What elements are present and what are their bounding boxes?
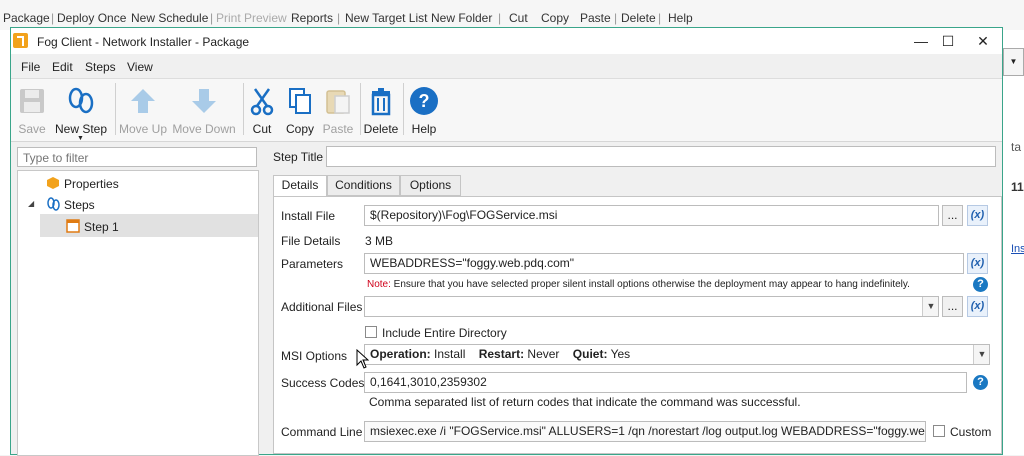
delete-button[interactable]: Delete — [362, 79, 400, 139]
menu-file[interactable]: File — [21, 60, 40, 74]
footsteps-icon — [47, 197, 60, 211]
copy-button[interactable]: Copy — [283, 79, 317, 139]
bg-right-text-1: ta — [1011, 140, 1022, 154]
chevron-down-icon[interactable]: ▼ — [1003, 48, 1024, 76]
include-directory-label: Include Entire Directory — [382, 326, 507, 340]
background-right-strip: ▼ ta 11 Ins — [1003, 30, 1024, 455]
save-button[interactable]: Save — [15, 79, 49, 139]
step-icon — [66, 219, 80, 233]
svg-text:?: ? — [419, 91, 430, 111]
additional-files-variable-button[interactable]: (x) — [967, 296, 988, 317]
package-window: Fog Client - Network Installer - Package… — [10, 27, 1003, 456]
bg-right-text-2: 11 — [1011, 180, 1024, 194]
save-icon — [20, 89, 44, 113]
install-file-label: Install File — [281, 209, 336, 223]
bg-reports[interactable]: Reports — [291, 11, 333, 25]
details-panel: Install File $(Repository)\Fog\FOGServic… — [273, 196, 1002, 454]
bg-new-folder[interactable]: New Folder — [431, 11, 492, 25]
package-icon — [47, 177, 59, 189]
tree-item-steps[interactable]: Steps — [64, 198, 95, 212]
additional-files-label: Additional Files — [281, 300, 363, 314]
additional-files-browse-button[interactable]: ... — [942, 296, 963, 317]
msi-options-dropdown[interactable]: Operation: Install Restart: Never Quiet:… — [364, 344, 990, 365]
success-codes-input[interactable]: 0,1641,3010,2359302 — [364, 372, 967, 393]
title-bar[interactable]: Fog Client - Network Installer - Package… — [11, 28, 1002, 54]
bg-delete[interactable]: Delete — [621, 11, 656, 25]
step-title-label: Step Title — [273, 150, 324, 164]
tree-item-properties[interactable]: Properties — [64, 177, 119, 191]
close-button[interactable]: ✕ — [968, 30, 998, 52]
tab-details[interactable]: Details — [273, 175, 327, 197]
msi-options-label: MSI Options — [281, 349, 348, 363]
bg-new-target-list[interactable]: New Target List — [345, 11, 427, 25]
help-icon: ? — [410, 87, 438, 115]
window-title: Fog Client - Network Installer - Package — [37, 35, 250, 49]
clipboard-icon — [326, 90, 350, 114]
step-title-input[interactable] — [326, 146, 996, 167]
expand-triangle-icon[interactable]: ◢ — [28, 199, 34, 208]
bg-copy[interactable]: Copy — [541, 11, 569, 25]
tab-conditions[interactable]: Conditions — [327, 175, 400, 196]
menu-bar: File Edit Steps View — [11, 54, 1002, 79]
chevron-down-icon[interactable]: ▼ — [922, 297, 938, 316]
paste-button[interactable]: Paste — [321, 79, 355, 139]
filter-input[interactable] — [21, 149, 245, 167]
bg-paste[interactable]: Paste — [580, 11, 611, 25]
new-step-button[interactable]: New Step ▼ — [53, 79, 109, 142]
custom-label: Custom — [950, 425, 992, 439]
menu-steps[interactable]: Steps — [85, 60, 116, 74]
minimize-button[interactable]: — — [906, 30, 936, 52]
menu-edit[interactable]: Edit — [52, 60, 73, 74]
install-file-browse-button[interactable]: ... — [942, 205, 963, 226]
bg-print-preview[interactable]: Print Preview — [216, 11, 287, 25]
tree-item-step-1[interactable]: Step 1 — [84, 220, 119, 234]
tab-options[interactable]: Options — [400, 175, 461, 196]
parameters-note: Note: Ensure that you have selected prop… — [367, 279, 910, 290]
scissors-icon — [250, 88, 274, 116]
command-line-label: Command Line — [281, 425, 363, 439]
app-icon — [13, 33, 28, 48]
bg-new-schedule[interactable]: New Schedule — [131, 11, 208, 25]
move-up-button[interactable]: Move Up — [117, 79, 169, 139]
filter-box — [17, 147, 257, 167]
success-codes-hint: Comma separated list of return codes tha… — [369, 395, 801, 409]
chevron-down-icon: ▼ — [77, 135, 84, 142]
note-text: Ensure that you have selected proper sil… — [390, 279, 910, 290]
parameters-label: Parameters — [281, 257, 344, 271]
bg-deploy-once[interactable]: Deploy Once — [57, 11, 126, 25]
arrow-down-icon — [192, 89, 216, 113]
file-details-label: File Details — [281, 234, 341, 248]
bg-cut[interactable]: Cut — [509, 11, 528, 25]
success-codes-help-icon[interactable]: ? — [973, 375, 988, 390]
step-tree: Properties ◢ Steps Step 1 — [17, 170, 259, 456]
parameters-input[interactable]: WEBADDRESS="foggy.web.pdq.com" — [364, 253, 964, 274]
help-button[interactable]: ? Help — [407, 79, 441, 139]
cut-button[interactable]: Cut — [247, 79, 277, 139]
bg-help[interactable]: Help — [668, 11, 693, 25]
arrow-up-icon — [131, 89, 155, 113]
additional-files-input[interactable]: ▼ — [364, 296, 939, 317]
file-details-value: 3 MB — [365, 234, 394, 248]
custom-checkbox[interactable] — [933, 425, 945, 437]
install-file-input[interactable]: $(Repository)\Fog\FOGService.msi — [364, 205, 939, 226]
maximize-button[interactable]: ☐ — [933, 30, 963, 52]
parameters-variable-button[interactable]: (x) — [967, 253, 988, 274]
move-down-button[interactable]: Move Down — [171, 79, 237, 139]
chevron-down-icon[interactable]: ▼ — [973, 345, 989, 364]
mouse-cursor-icon — [356, 349, 369, 369]
copy-icon — [289, 88, 311, 114]
install-file-variable-button[interactable]: (x) — [967, 205, 988, 226]
command-line-input[interactable]: msiexec.exe /i "FOGService.msi" ALLUSERS… — [364, 421, 926, 442]
menu-view[interactable]: View — [127, 60, 153, 74]
note-prefix: Note: — [367, 279, 391, 290]
ribbon-toolbar: Save New Step ▼ Move Up Move Down Cut Co… — [11, 79, 1002, 142]
bg-right-link[interactable]: Ins — [1011, 243, 1024, 255]
include-directory-checkbox[interactable] — [365, 326, 377, 338]
parameters-help-icon[interactable]: ? — [973, 277, 988, 292]
trash-icon — [371, 88, 391, 116]
footsteps-icon — [68, 87, 94, 114]
bg-package[interactable]: Package — [3, 11, 50, 25]
success-codes-label: Success Codes — [281, 376, 365, 390]
